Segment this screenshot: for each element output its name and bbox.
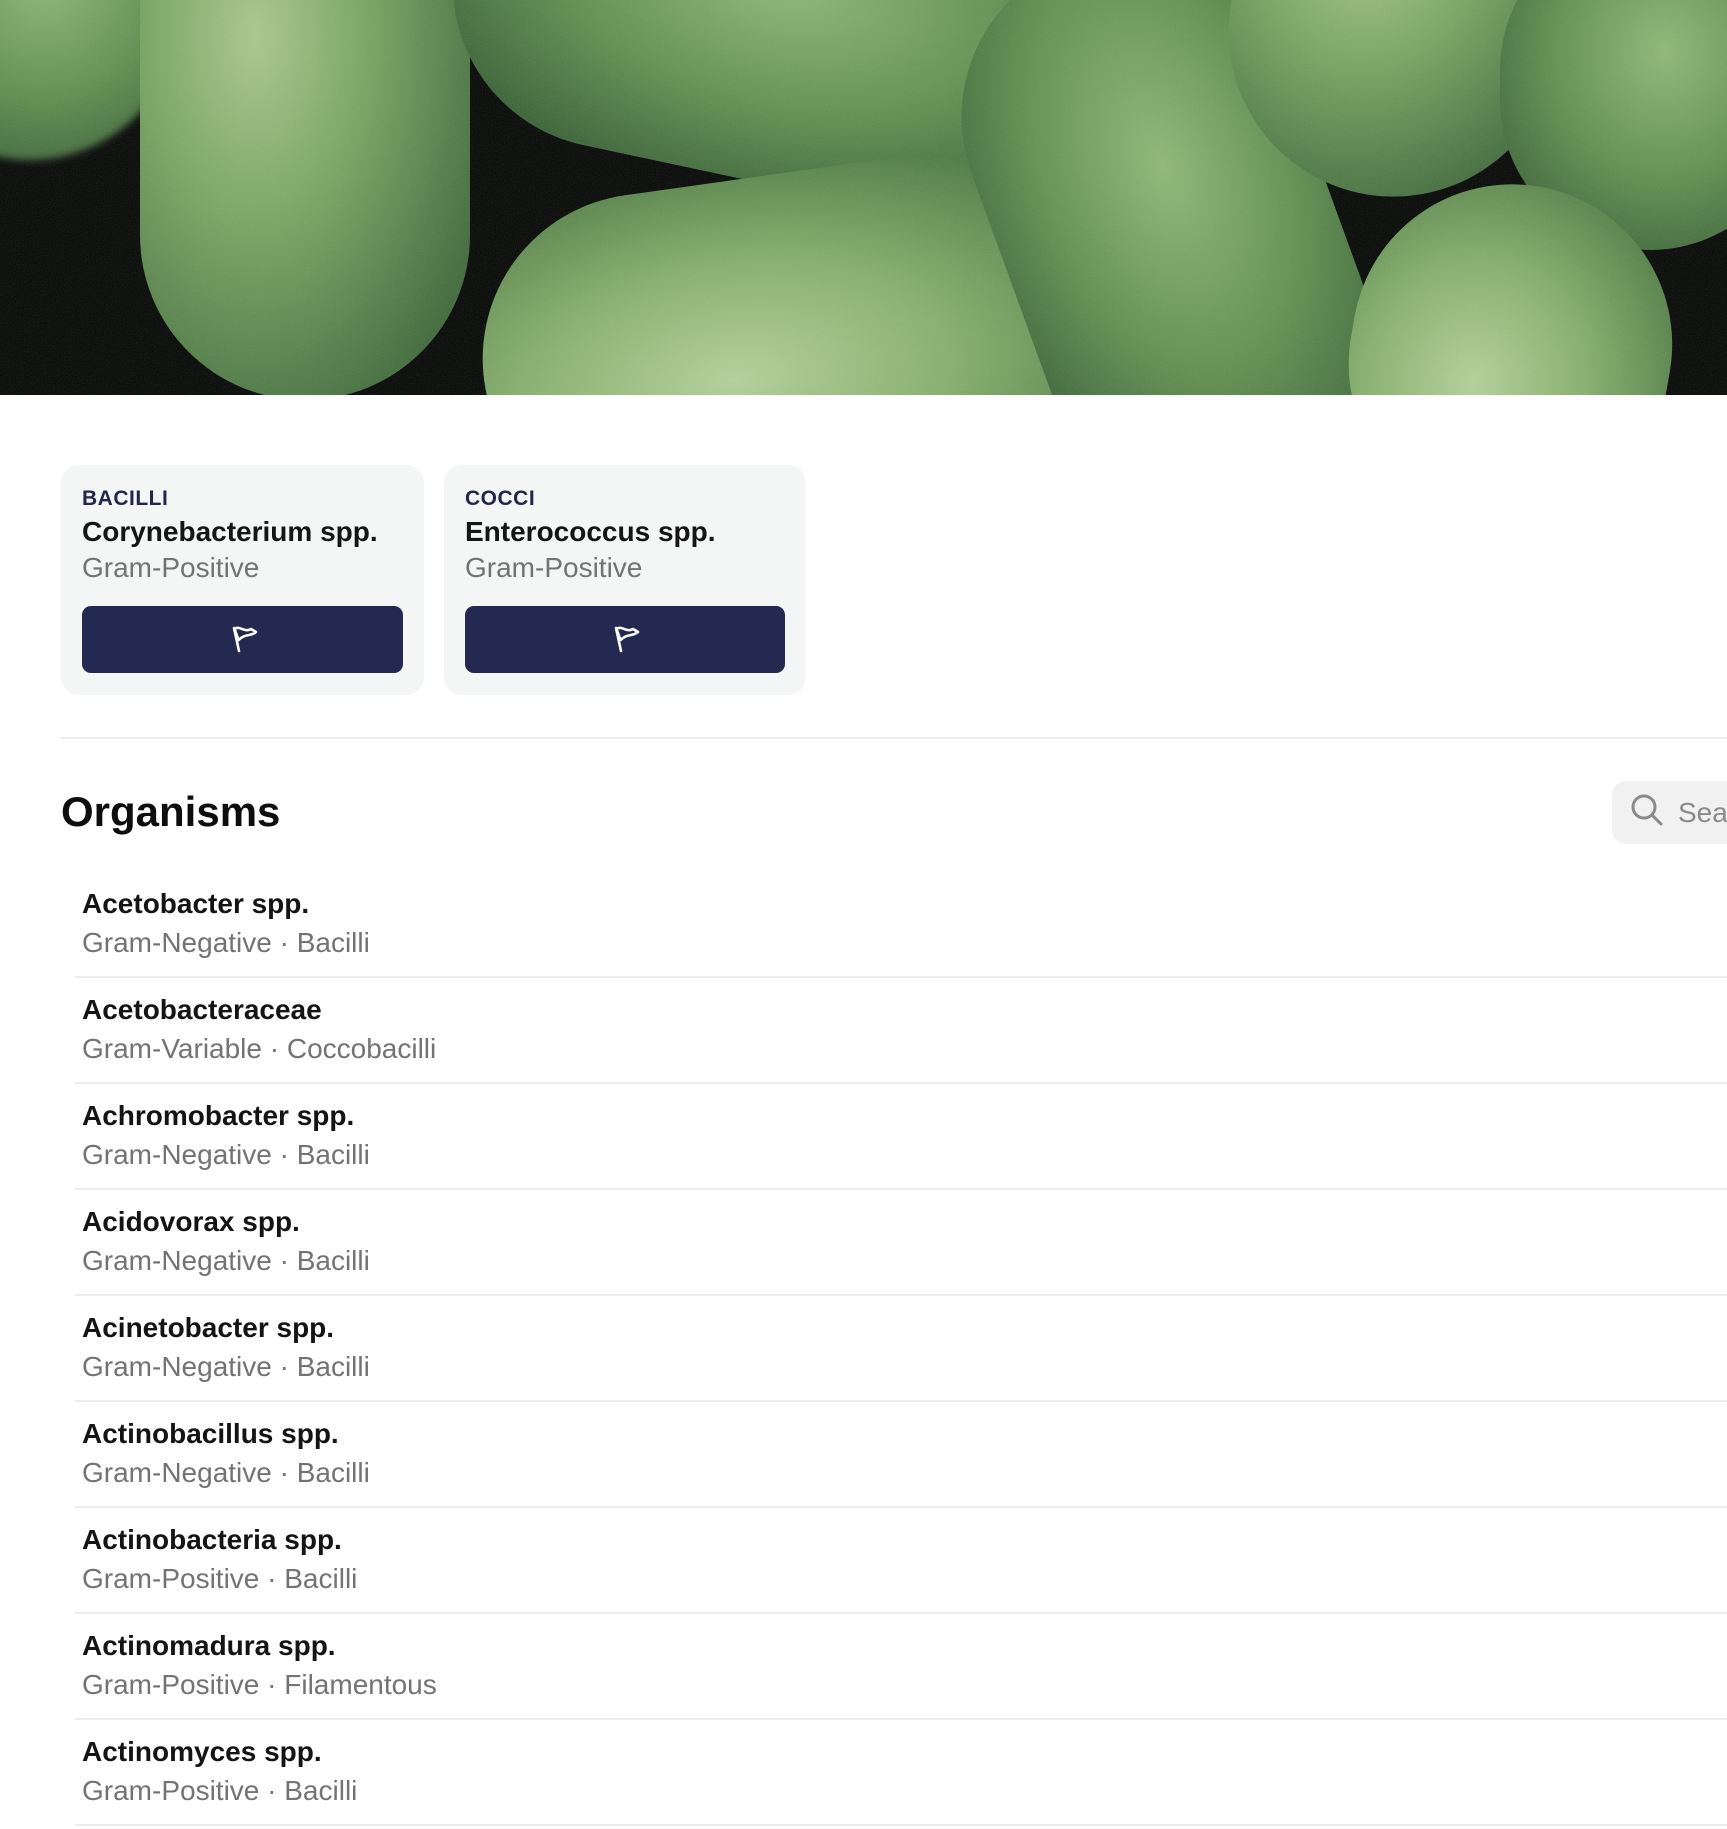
card-gram-stain: Gram-Positive — [465, 552, 643, 583]
organism-list-item[interactable]: Acetobacteraceae Gram-Variable · Coccoba… — [75, 978, 1727, 1084]
organism-list-item[interactable]: Actinomadura spp. Gram-Positive · Filame… — [75, 1614, 1727, 1720]
organism-name: Actinomadura spp. — [82, 1630, 336, 1661]
organism-name: Achromobacter spp. — [82, 1100, 355, 1131]
card-gram-stain: Gram-Positive — [82, 552, 260, 583]
organism-name: Acidovorax spp. — [82, 1206, 300, 1237]
organism-list-item[interactable]: Actinobacteria spp. Gram-Positive · Baci… — [75, 1508, 1727, 1614]
organism-name: Acinetobacter spp. — [82, 1312, 335, 1343]
search-input[interactable] — [1676, 795, 1727, 830]
organism-list-item[interactable]: Acetobacter spp. Gram-Negative · Bacilli — [75, 872, 1727, 978]
card-organism-name: Enterococcus spp. — [465, 516, 716, 547]
card-category-label: BACILLI — [82, 487, 169, 510]
organism-classification: Gram-Negative · Bacilli — [82, 1457, 370, 1488]
organism-name: Acetobacteraceae — [82, 994, 322, 1025]
organism-name: Actinobacteria spp. — [82, 1524, 342, 1555]
organism-browser-page: BACILLI Corynebacterium spp. Gram-Positi… — [0, 0, 1727, 1829]
organism-classification: Gram-Negative · Bacilli — [82, 1139, 370, 1170]
organism-classification: Gram-Positive · Bacilli — [82, 1563, 358, 1594]
organism-list-item[interactable]: Actinomyces spp. Gram-Positive · Bacilli — [75, 1720, 1727, 1826]
organism-classification: Gram-Negative · Bacilli — [82, 927, 370, 958]
hero-bacteria-image — [0, 0, 1727, 395]
featured-card-corynebacterium[interactable]: BACILLI Corynebacterium spp. Gram-Positi… — [61, 465, 424, 695]
organism-name: Acetobacter spp. — [82, 888, 310, 919]
organism-name: Actinomyces spp. — [82, 1736, 322, 1767]
flag-button[interactable] — [465, 606, 785, 673]
organism-classification: Gram-Negative · Bacilli — [82, 1351, 370, 1382]
organism-list-item[interactable]: Achromobacter spp. Gram-Negative · Bacil… — [75, 1084, 1727, 1190]
organism-list-item[interactable]: Acinetobacter spp. Gram-Negative · Bacil… — [75, 1296, 1727, 1402]
section-divider — [61, 737, 1727, 739]
search-icon — [1630, 793, 1664, 832]
featured-card-enterococcus[interactable]: COCCI Enterococcus spp. Gram-Positive — [444, 465, 806, 695]
flag-icon — [225, 620, 261, 659]
flag-icon — [607, 620, 643, 659]
organism-list-item[interactable]: Actinobacillus spp. Gram-Negative · Baci… — [75, 1402, 1727, 1508]
organisms-heading: Organisms — [61, 788, 281, 835]
bacteria-illustration — [0, 0, 1727, 395]
organism-classification: Gram-Negative · Bacilli — [82, 1245, 370, 1276]
organism-list-item[interactable]: Acidovorax spp. Gram-Negative · Bacilli — [75, 1190, 1727, 1296]
search-field[interactable] — [1612, 781, 1727, 844]
organism-name: Actinobacillus spp. — [82, 1418, 339, 1449]
organism-classification: Gram-Positive · Filamentous — [82, 1669, 437, 1700]
flag-button[interactable] — [82, 606, 403, 673]
card-category-label: COCCI — [465, 487, 536, 510]
organism-classification: Gram-Positive · Bacilli — [82, 1775, 358, 1806]
organism-classification: Gram-Variable · Coccobacilli — [82, 1033, 437, 1064]
card-organism-name: Corynebacterium spp. — [82, 516, 378, 547]
organism-list: Acetobacter spp. Gram-Negative · Bacilli… — [0, 872, 1727, 1826]
